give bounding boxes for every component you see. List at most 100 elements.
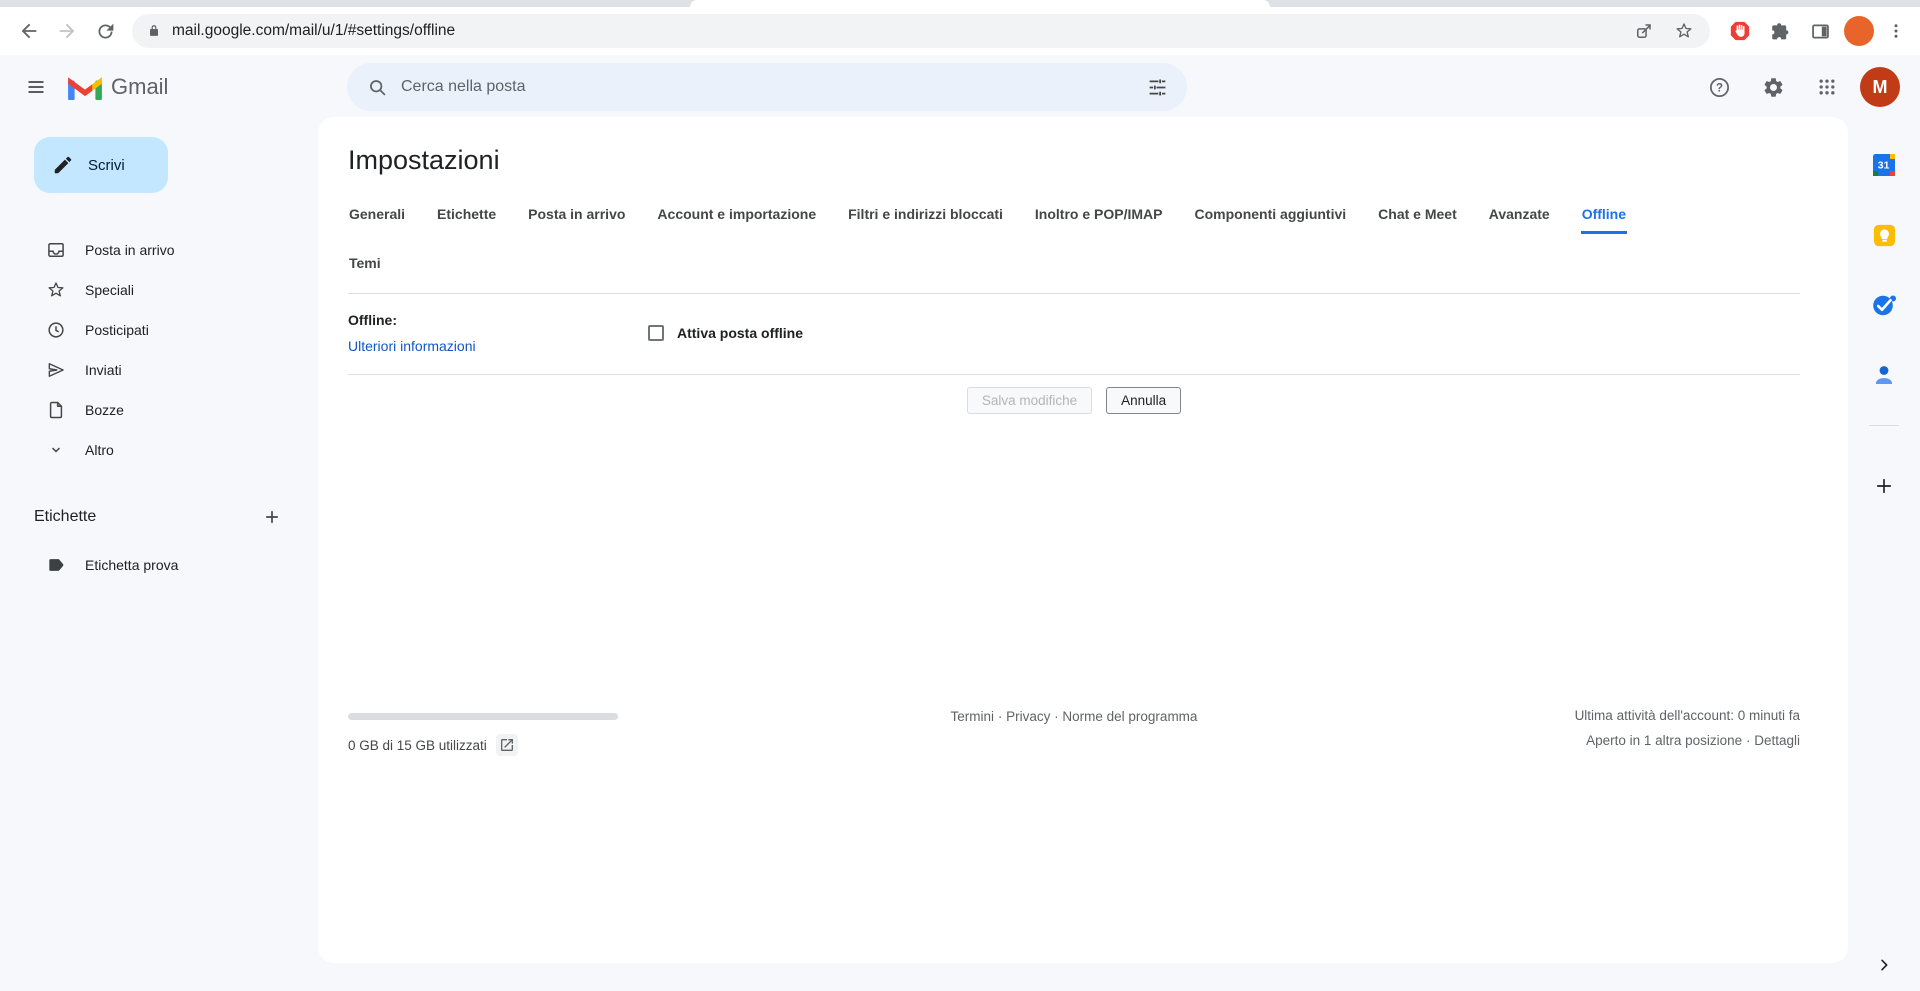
settings-card: Impostazioni Generali Etichette Posta in… — [318, 117, 1848, 963]
account-activity: Ultima attività dell'account: 0 minuti f… — [1460, 703, 1800, 753]
terms-link[interactable]: Termini — [951, 709, 995, 724]
toolbar-extensions-area — [1724, 12, 1910, 50]
sidebar-item-starred[interactable]: Speciali — [0, 270, 318, 310]
tab-etichette[interactable]: Etichette — [436, 197, 497, 234]
sidebar-item-snoozed[interactable]: Posticipati — [0, 310, 318, 350]
back-icon — [18, 20, 40, 42]
plus-icon — [262, 507, 282, 527]
sidebar-item-label: Posticipati — [85, 322, 149, 338]
settings-actions: Salva modifiche Annulla — [348, 387, 1800, 414]
lock-icon — [146, 23, 162, 39]
header-actions: ? M — [1698, 66, 1900, 108]
browser-profile-avatar[interactable] — [1844, 16, 1874, 46]
clock-icon — [46, 320, 66, 340]
chevron-down-icon — [46, 440, 66, 460]
google-apps-button[interactable] — [1806, 66, 1848, 108]
chevron-right-icon — [1876, 957, 1892, 973]
bookmark-button[interactable] — [1668, 15, 1700, 47]
search-button[interactable] — [355, 65, 399, 109]
program-policies-link[interactable]: Norme del programma — [1062, 709, 1197, 724]
browser-menu-button[interactable] — [1882, 12, 1910, 50]
settings-button[interactable] — [1752, 66, 1794, 108]
sidebar-item-label: Posta in arrivo — [85, 242, 174, 258]
label-icon — [46, 555, 66, 575]
plus-icon — [1873, 475, 1895, 497]
sidebar-nav: Posta in arrivo Speciali Posticipati Inv… — [0, 230, 318, 470]
last-activity-text: Ultima attività dell'account: 0 minuti f… — [1460, 703, 1800, 728]
url-bar[interactable]: mail.google.com/mail/u/1/#settings/offli… — [132, 14, 1710, 48]
offline-row-label: Offline: — [348, 310, 648, 330]
keep-icon — [1871, 222, 1898, 249]
extensions-button[interactable] — [1764, 12, 1796, 50]
tab-inoltro-pop-imap[interactable]: Inoltro e POP/IMAP — [1034, 197, 1164, 234]
keep-panel-button[interactable] — [1864, 215, 1904, 255]
sidebar: Scrivi Posta in arrivo Speciali Posticip… — [0, 119, 318, 991]
privacy-link[interactable]: Privacy — [1006, 709, 1050, 724]
browser-tabstrip — [0, 0, 1920, 7]
calendar-icon: 31 — [1870, 151, 1898, 179]
pencil-icon — [52, 154, 74, 176]
url-text[interactable]: mail.google.com/mail/u/1/#settings/offli… — [172, 22, 1628, 40]
more-info-link[interactable]: Ulteriori informazioni — [348, 336, 648, 356]
offline-row-left: Offline: Ulteriori informazioni — [348, 310, 648, 356]
side-panel-icon — [1810, 21, 1831, 42]
sidebar-label-item[interactable]: Etichetta prova — [0, 545, 318, 585]
sidebar-item-sent[interactable]: Inviati — [0, 350, 318, 390]
enable-offline-label: Attiva posta offline — [677, 325, 803, 341]
create-label-button[interactable] — [256, 501, 288, 533]
card-footer: 0 GB di 15 GB utilizzati Termini · Priva… — [348, 705, 1800, 756]
search-icon — [367, 77, 388, 98]
compose-button[interactable]: Scrivi — [34, 137, 168, 193]
share-button[interactable] — [1628, 15, 1660, 47]
tasks-icon — [1870, 291, 1898, 319]
open-locations-line: Aperto in 1 altra posizione · Dettagli — [1460, 728, 1800, 753]
manage-storage-button[interactable] — [496, 734, 518, 756]
tab-componenti-aggiuntivi[interactable]: Componenti aggiuntivi — [1194, 197, 1348, 234]
enable-offline-checkbox[interactable] — [648, 325, 664, 341]
search-input[interactable] — [399, 77, 1135, 97]
main-menu-button[interactable] — [12, 63, 60, 111]
browser-active-tab[interactable] — [690, 0, 1270, 7]
label-item-text: Etichetta prova — [85, 557, 178, 573]
calendar-panel-button[interactable]: 31 — [1864, 145, 1904, 185]
hide-side-panel-button[interactable] — [1866, 947, 1902, 983]
account-avatar[interactable]: M — [1860, 67, 1900, 107]
sidebar-item-inbox[interactable]: Posta in arrivo — [0, 230, 318, 270]
separator: · — [998, 709, 1003, 724]
apps-grid-icon — [1817, 77, 1837, 97]
sidebar-item-drafts[interactable]: Bozze — [0, 390, 318, 430]
storage-section: 0 GB di 15 GB utilizzati — [348, 705, 688, 756]
cancel-button[interactable]: Annulla — [1106, 387, 1181, 414]
settings-tabs: Generali Etichette Posta in arrivo Accou… — [348, 197, 1800, 283]
companion-rail: 31 — [1848, 119, 1920, 991]
tab-account-importazione[interactable]: Account e importazione — [656, 197, 817, 234]
tab-offline[interactable]: Offline — [1581, 197, 1627, 234]
help-button[interactable]: ? — [1698, 66, 1740, 108]
separator: · — [1746, 733, 1751, 748]
side-panel-button[interactable] — [1804, 12, 1836, 50]
tab-avanzate[interactable]: Avanzate — [1488, 197, 1551, 234]
forward-button[interactable] — [48, 12, 86, 50]
labels-heading-text: Etichette — [34, 508, 96, 526]
offline-row-right: Attiva posta offline — [648, 310, 803, 356]
reload-button[interactable] — [86, 12, 124, 50]
sidebar-item-more[interactable]: Altro — [0, 430, 318, 470]
separator: · — [1054, 709, 1059, 724]
search-options-button[interactable] — [1135, 65, 1179, 109]
back-button[interactable] — [10, 12, 48, 50]
save-changes-button[interactable]: Salva modifiche — [967, 387, 1092, 414]
details-link[interactable]: Dettagli — [1754, 733, 1800, 748]
tab-generali[interactable]: Generali — [348, 197, 406, 234]
storage-text: 0 GB di 15 GB utilizzati — [348, 738, 487, 753]
tab-filtri-indirizzi[interactable]: Filtri e indirizzi bloccati — [847, 197, 1004, 234]
browser-toolbar: mail.google.com/mail/u/1/#settings/offli… — [0, 7, 1920, 55]
tab-temi[interactable]: Temi — [348, 246, 382, 283]
contacts-panel-button[interactable] — [1864, 355, 1904, 395]
share-icon — [1634, 21, 1654, 41]
tab-posta-in-arrivo[interactable]: Posta in arrivo — [527, 197, 626, 234]
adblock-extension-button[interactable] — [1724, 12, 1756, 50]
tasks-panel-button[interactable] — [1864, 285, 1904, 325]
get-add-ons-button[interactable] — [1864, 466, 1904, 506]
app-body: Scrivi Posta in arrivo Speciali Posticip… — [0, 119, 1920, 991]
tab-chat-meet[interactable]: Chat e Meet — [1377, 197, 1458, 234]
